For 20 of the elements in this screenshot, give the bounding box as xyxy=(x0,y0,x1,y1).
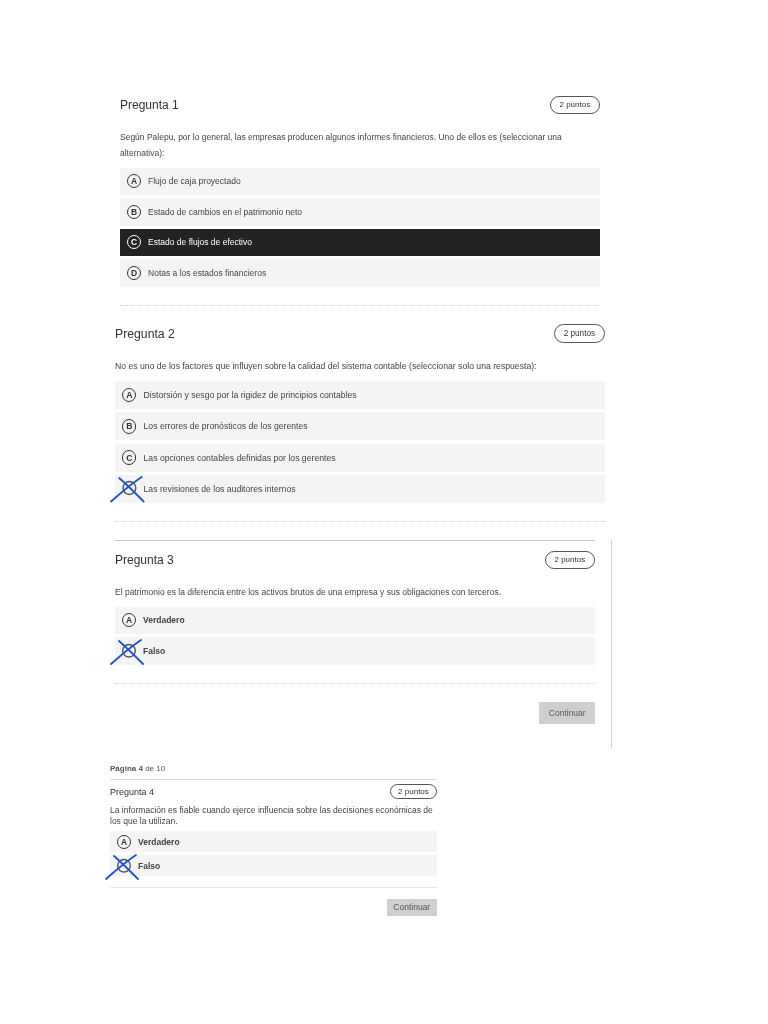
continue-button[interactable]: Continuar xyxy=(539,701,595,725)
answer-option[interactable]: A Distorsión y sesgo por la rigidez de principios contables xyxy=(115,381,605,410)
answer-option[interactable]: A Verdadero xyxy=(115,606,595,635)
answer-option[interactable]: B Estado de cambios en el patrimonio neto xyxy=(120,198,600,226)
question-prompt: La información es fiable cuando ejerce influencia sobre las decisiones económicas de los que la utilizan. xyxy=(110,804,434,828)
answer-option[interactable]: A Flujo de caja proyectado xyxy=(120,167,600,196)
answer-option[interactable]: C Estado de flujos de efectivo xyxy=(120,228,600,257)
answer-option[interactable]: D Notas a los estados financieros xyxy=(120,259,600,287)
page-indicator: Página 4 de 10 xyxy=(110,764,437,780)
answer-option[interactable]: C Las opciones contables definidas por los gerentes xyxy=(115,443,605,472)
question-title: Pregunta 2 xyxy=(115,326,175,341)
question-prompt: El patrimonio es la diferencia entre los activos brutos de una empresa y sus obligaciones con terceros. xyxy=(115,585,502,599)
answer-option[interactable]: A Verdadero xyxy=(110,831,437,853)
continue-button[interactable]: Continuar xyxy=(386,899,437,916)
answer-option[interactable]: B Los errores de pronósticos de los gerentes xyxy=(115,412,605,441)
question-prompt: Según Palepu, por lo general, las empresas producen algunos informes financieros. Uno de ellos es (seleccionar una alternativa): xyxy=(120,130,563,160)
question-prompt: No es uno de los factores que influyen sobre la calidad del sistema contable (seleccionar solo una respuesta): xyxy=(115,359,538,373)
question-title: Pregunta 4 xyxy=(110,786,155,797)
question-title: Pregunta 3 xyxy=(115,553,174,567)
question-title: Pregunta 1 xyxy=(120,98,179,112)
